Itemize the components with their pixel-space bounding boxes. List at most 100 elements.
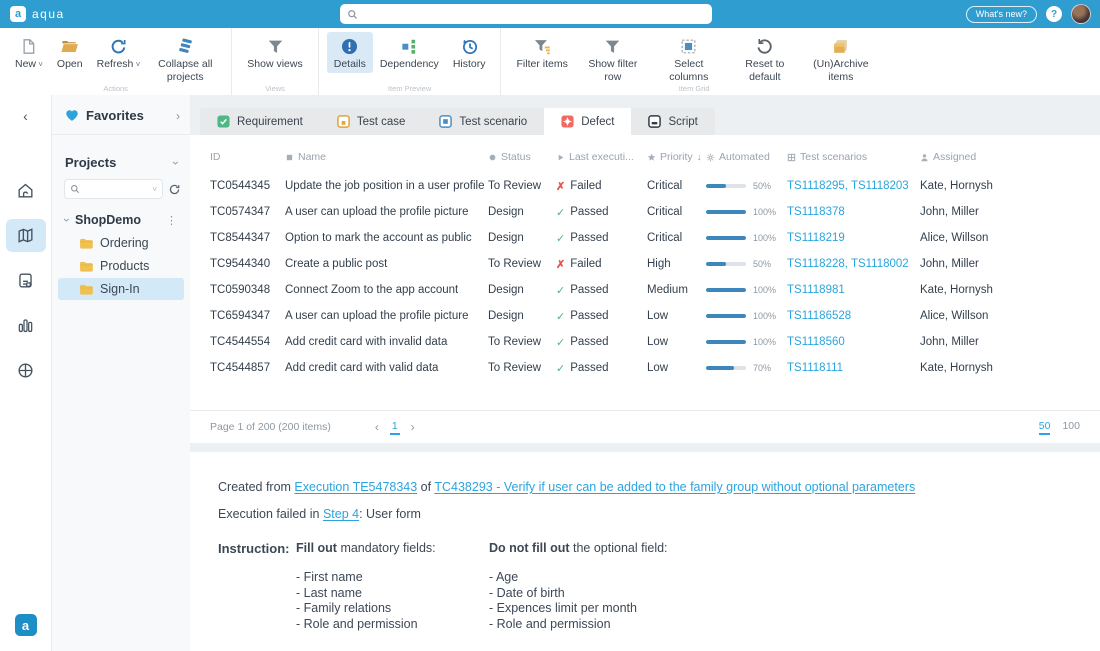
- unarchive-items-button[interactable]: (Un)Archive items: [803, 32, 879, 85]
- cell-test-scenarios[interactable]: TS1118219: [787, 232, 920, 244]
- progress-bar: [706, 236, 746, 240]
- favorites-section[interactable]: Favorites ›: [52, 95, 190, 135]
- progress-bar-fill: [706, 314, 746, 318]
- instruction-item: - First name: [296, 570, 489, 586]
- table-row[interactable]: TC6594347A user can upload the profile p…: [190, 303, 1100, 329]
- rail-item-projects[interactable]: [6, 219, 46, 252]
- column-label: Last executi...: [569, 151, 634, 163]
- test-case-link[interactable]: TC438293 - Verify if user can be added t…: [434, 480, 915, 494]
- execution-label: Passed: [570, 232, 608, 244]
- table-row[interactable]: TC8544347Option to mark the account as p…: [190, 225, 1100, 251]
- table-row[interactable]: TC0590348Connect Zoom to the app account…: [190, 277, 1100, 303]
- cell-name: Add credit card with invalid data: [285, 336, 488, 348]
- page-size-100[interactable]: 100: [1062, 420, 1080, 435]
- instruction-item: - Role and permission: [296, 617, 489, 633]
- failed-in-text: Execution failed in: [218, 507, 323, 521]
- step-link[interactable]: Step 4: [323, 507, 359, 521]
- search-icon: [347, 9, 358, 20]
- projects-header[interactable]: Projects ›: [52, 135, 190, 177]
- cell-priority: Critical: [647, 232, 706, 244]
- tree-item-sign-in[interactable]: Sign-In: [58, 278, 184, 300]
- table-row[interactable]: TC0544345Update the job position in a us…: [190, 173, 1100, 199]
- help-button[interactable]: ?: [1046, 6, 1062, 22]
- script-icon: [648, 115, 661, 128]
- cell-assigned: Kate, Hornysh: [920, 180, 1080, 192]
- tree-item-products[interactable]: Products: [58, 255, 184, 277]
- column-header-name[interactable]: Name: [285, 151, 488, 163]
- tree-root-shopdemo[interactable]: › ShopDemo ⋮: [58, 209, 184, 231]
- rail-item-analytics[interactable]: [6, 309, 46, 342]
- chevron-right-icon[interactable]: ›: [176, 109, 180, 123]
- reset-to-default-button[interactable]: Reset to default: [727, 32, 803, 85]
- avatar[interactable]: [1071, 4, 1091, 24]
- rail-item-browse[interactable]: [6, 354, 46, 387]
- execution-label: Passed: [570, 336, 608, 348]
- dependency-button[interactable]: Dependency: [373, 32, 446, 73]
- collapse-all-projects-button[interactable]: Collapse all projects: [147, 32, 223, 85]
- table-row[interactable]: TC4544554Add credit card with invalid da…: [190, 329, 1100, 355]
- new-button[interactable]: New ˅: [8, 32, 50, 73]
- page-number-current[interactable]: 1: [390, 420, 400, 435]
- column-header-id[interactable]: ID: [210, 151, 285, 163]
- tree-item-ordering[interactable]: Ordering: [58, 232, 184, 254]
- table-row[interactable]: TC4544857Add credit card with valid data…: [190, 355, 1100, 381]
- pagination-summary: Page 1 of 200 (200 items): [210, 421, 331, 433]
- collapse-sidebar-button[interactable]: ‹: [23, 108, 28, 124]
- column-header-assigned[interactable]: Assigned: [920, 151, 1080, 163]
- projects-map-icon: [16, 226, 35, 245]
- tab-test-scenario[interactable]: Test scenario: [422, 108, 544, 135]
- chevron-down-icon[interactable]: ˅: [152, 185, 157, 194]
- table-row[interactable]: TC9544340Create a public postTo Review✗F…: [190, 251, 1100, 277]
- column-header-test-scenarios[interactable]: Test scenarios: [787, 151, 920, 163]
- folder-icon: [79, 284, 93, 295]
- filter-items-button[interactable]: Filter items: [509, 32, 574, 73]
- cell-status: To Review: [488, 336, 556, 348]
- progress-label: 100%: [753, 285, 776, 295]
- next-page-button[interactable]: ›: [411, 420, 415, 434]
- tab-script[interactable]: Script: [631, 108, 714, 135]
- cell-id: TC0590348: [210, 284, 285, 296]
- global-search[interactable]: [340, 4, 712, 24]
- table-row[interactable]: TC0574347A user can upload the profile p…: [190, 199, 1100, 225]
- filter-items-icon: [531, 36, 553, 57]
- tab-test-case[interactable]: Test case: [320, 108, 423, 135]
- tab-defect[interactable]: Defect: [544, 108, 631, 135]
- cell-priority: Critical: [647, 180, 706, 192]
- column-header-priority[interactable]: Priority↓: [647, 151, 706, 163]
- execution-link[interactable]: Execution TE5478343: [294, 480, 417, 494]
- global-search-input[interactable]: [363, 8, 705, 20]
- details-button[interactable]: Details: [327, 32, 373, 73]
- cell-test-scenarios[interactable]: TS1118560: [787, 336, 920, 348]
- tab-requirement[interactable]: Requirement: [200, 108, 320, 135]
- rail-item-reports[interactable]: [6, 264, 46, 297]
- history-button[interactable]: History: [446, 32, 493, 73]
- cell-automated: 100%: [706, 233, 787, 243]
- cell-name: A user can upload the profile picture: [285, 206, 488, 218]
- cell-test-scenarios[interactable]: TS1118981: [787, 284, 920, 296]
- cell-test-scenarios[interactable]: TS1118378: [787, 206, 920, 218]
- select-columns-button[interactable]: Select columns: [651, 32, 727, 85]
- project-search-input[interactable]: [83, 183, 149, 195]
- refresh-button[interactable]: Refresh ˅: [90, 32, 148, 73]
- cell-test-scenarios[interactable]: TS1118228, TS1118002: [787, 258, 920, 270]
- cell-automated: 70%: [706, 363, 787, 373]
- cell-test-scenarios[interactable]: TS11186528: [787, 310, 920, 322]
- show-views-button[interactable]: Show views: [240, 32, 309, 73]
- column-header-last-executi[interactable]: Last executi...: [556, 151, 647, 163]
- cell-priority: Low: [647, 336, 706, 348]
- column-header-status[interactable]: Status: [488, 151, 556, 163]
- rail-item-home[interactable]: [6, 174, 46, 207]
- show-filter-row-button[interactable]: Show filter row: [575, 32, 651, 85]
- stats-icon: [16, 316, 35, 335]
- prev-page-button[interactable]: ‹: [375, 420, 379, 434]
- toolbar-button-label: Collapse all projects: [154, 58, 216, 83]
- kebab-menu-icon[interactable]: ⋮: [166, 214, 177, 227]
- refresh-tree-button[interactable]: [168, 183, 181, 196]
- cell-test-scenarios[interactable]: TS1118111: [787, 362, 920, 374]
- open-button[interactable]: Open: [50, 32, 90, 73]
- column-header-automated[interactable]: Automated: [706, 151, 787, 163]
- whats-new-button[interactable]: What's new?: [966, 6, 1037, 23]
- project-search[interactable]: ˅: [64, 179, 163, 199]
- cell-test-scenarios[interactable]: TS1118295, TS1118203: [787, 180, 920, 192]
- page-size-50[interactable]: 50: [1039, 420, 1051, 435]
